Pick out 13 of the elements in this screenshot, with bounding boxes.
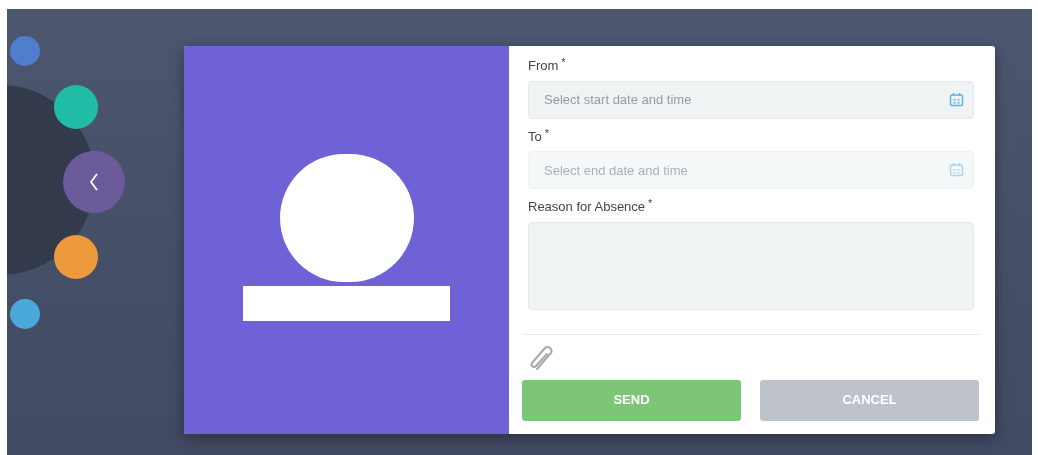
required-mark: * (561, 56, 566, 68)
date-field[interactable]: Select start date and time (528, 80, 974, 119)
required-mark: * (648, 197, 653, 209)
field-label: From (528, 57, 559, 75)
reason-textarea[interactable] (528, 221, 974, 310)
cancel-button[interactable]: CANCEL (760, 379, 979, 421)
required-mark: * (544, 126, 549, 139)
chevron-left-icon (89, 173, 99, 191)
send-button[interactable]: SEND (522, 379, 741, 421)
calendar-icon[interactable] (949, 91, 964, 107)
field-label: Reason for Absence (528, 198, 646, 216)
calendar-icon[interactable] (949, 162, 964, 177)
field-label: To (528, 127, 542, 146)
